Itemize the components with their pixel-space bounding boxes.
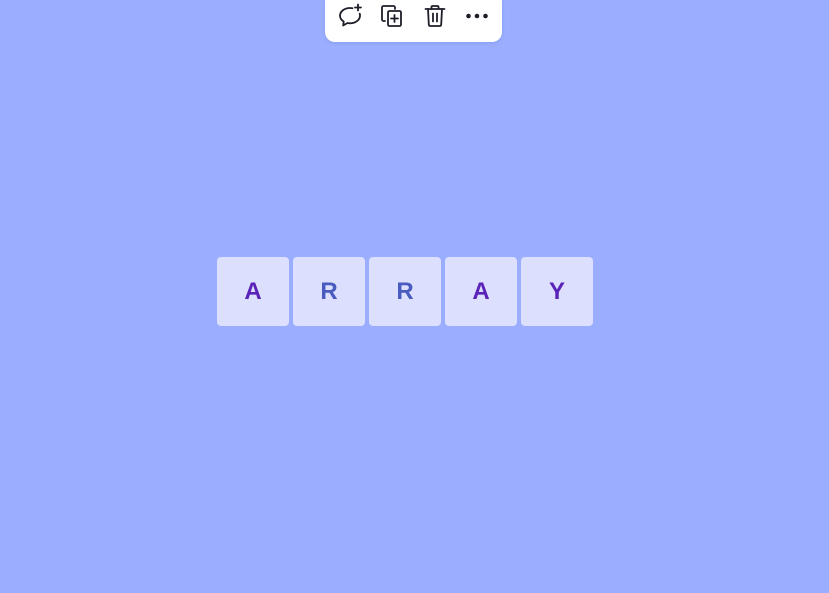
letter-tiles[interactable]: A R R A Y — [217, 257, 593, 326]
add-comment-button[interactable] — [333, 2, 367, 30]
letter-tile[interactable]: Y — [521, 257, 593, 326]
letter-tile[interactable]: R — [369, 257, 441, 326]
add-comment-icon — [339, 3, 363, 27]
letter-tile[interactable]: A — [445, 257, 517, 326]
delete-button[interactable] — [418, 2, 452, 30]
duplicate-icon — [381, 5, 403, 27]
more-options-button[interactable] — [460, 2, 494, 30]
letter-tile[interactable]: R — [293, 257, 365, 326]
element-toolbar — [325, 0, 502, 42]
canvas[interactable]: A R R A Y — [0, 0, 829, 593]
letter-tile[interactable]: A — [217, 257, 289, 326]
more-options-icon — [466, 13, 488, 19]
duplicate-button[interactable] — [375, 2, 409, 30]
trash-icon — [424, 5, 446, 27]
